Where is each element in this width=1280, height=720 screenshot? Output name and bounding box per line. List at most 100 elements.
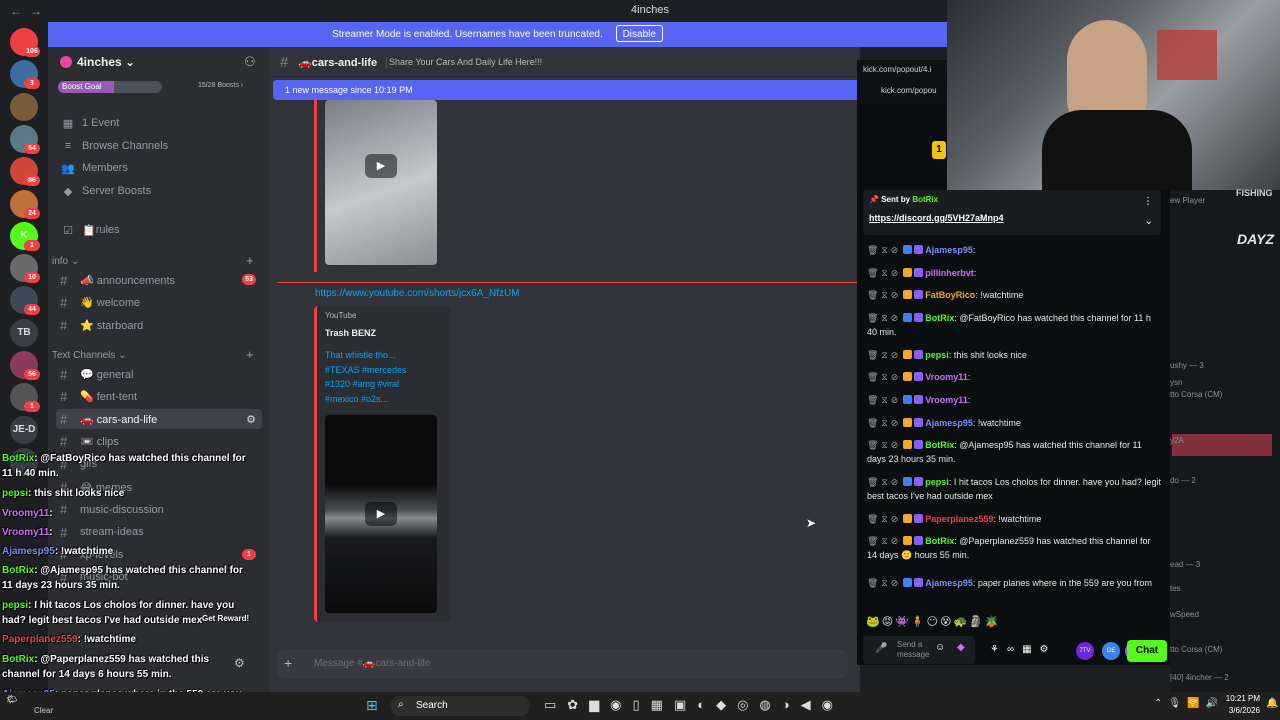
server-icon[interactable]: [10, 92, 38, 121]
emote-bar[interactable]: 🐸😡👾🧍😶😵🐢🗿🪴: [866, 615, 1001, 628]
chevron-down-icon[interactable]: ⌄: [1145, 216, 1153, 227]
notification-bell-icon[interactable]: 🔔: [1266, 698, 1278, 709]
pinned-link[interactable]: https://discord.gg/5VH27aMnp4: [869, 213, 1004, 223]
pinned-apps-icons[interactable]: ▭✿▆◉▯▦▣◐◆◎◍◑◀◉: [544, 697, 844, 713]
server-name[interactable]: 4inches ⌄: [77, 55, 135, 69]
chat-username[interactable]: Ajamesp95: [925, 418, 973, 428]
server-icon[interactable]: JE-D: [10, 415, 38, 444]
kick-send-input[interactable]: 🎤 Send a message ☺ ◆: [863, 636, 975, 664]
video-thumbnail[interactable]: ▶: [325, 100, 437, 265]
video-thumbnail[interactable]: ▶: [325, 415, 437, 613]
channel-music-discussion[interactable]: # music-discussion: [56, 500, 262, 520]
settings-gear-icon[interactable]: ⚙: [234, 656, 245, 670]
play-icon[interactable]: ▶: [365, 502, 397, 526]
clock-date[interactable]: 3/6/2026: [1220, 706, 1260, 715]
embed-author[interactable]: Trash BENZ: [325, 328, 376, 338]
embed-provider: YouTube: [325, 311, 357, 320]
server-icon[interactable]: TB: [10, 318, 38, 347]
moderation-icons[interactable]: 🗑⧖⊘: [867, 418, 901, 428]
category-info[interactable]: info ⌄: [52, 256, 79, 267]
moderation-icons[interactable]: 🗑⧖⊘: [867, 245, 901, 255]
moderation-icons[interactable]: 🗑⧖⊘: [867, 350, 901, 360]
moderation-icons[interactable]: 🗑⧖⊘: [867, 395, 901, 405]
add-attachment-icon[interactable]: +: [284, 655, 292, 671]
clock-time[interactable]: 10:21 PM: [1220, 694, 1260, 703]
category-text-channels[interactable]: Text Channels ⌄: [52, 350, 127, 361]
chat-username[interactable]: pepsi: [925, 350, 949, 360]
microphone-icon[interactable]: 🎤: [875, 643, 887, 654]
stream-list-entry: ysn: [1170, 378, 1183, 387]
emoji-icon[interactable]: ☺: [935, 642, 945, 653]
channel-stream-ideas[interactable]: # stream-ideas: [56, 522, 262, 542]
get-reward-label[interactable]: Get Reward!: [202, 614, 249, 623]
user-badge-icon: [903, 578, 913, 587]
7tv-icon[interactable]: 7TV: [1076, 642, 1094, 660]
overlay-message-text: : this shit looks nice: [28, 488, 125, 499]
chat-username[interactable]: pillinherbvt: [925, 268, 974, 278]
chat-username[interactable]: Paperplanez559: [925, 514, 993, 524]
chat-username[interactable]: BotRix: [925, 440, 954, 450]
channel-cars-and-life[interactable]: # 🚗 cars-and-life ⚙: [56, 409, 262, 430]
weather-icon[interactable]: 🌤: [6, 694, 17, 705]
chat-username[interactable]: FatBoyRico: [925, 290, 975, 300]
chat-username[interactable]: Ajamesp95: [925, 245, 973, 255]
sidebar-calendar[interactable]: ▦ 1 Event: [48, 113, 270, 133]
kick-chat-message: 🗑⧖⊘ pepsi: I hit tacos Los cholos for din…: [867, 475, 1162, 503]
invite-people-icon[interactable]: ⚇: [244, 54, 256, 70]
youtube-link[interactable]: https://www.youtube.com/shorts/jcx6A_Nfz…: [315, 288, 520, 299]
chat-username[interactable]: BotRix: [925, 536, 954, 546]
moderation-icons[interactable]: 🗑⧖⊘: [867, 514, 901, 524]
channel-clips[interactable]: # 📼 clips: [56, 432, 262, 452]
boost-goal-bar[interactable]: Boost Goal: [58, 81, 162, 93]
moderation-icons[interactable]: 🗑⧖⊘: [867, 536, 901, 546]
back-arrow-icon[interactable]: ←: [10, 4, 22, 18]
sidebar-boost[interactable]: ◆ Server Boosts: [48, 181, 270, 201]
chat-username[interactable]: pepsi: [925, 477, 949, 487]
add-channel-icon[interactable]: +: [246, 347, 254, 362]
overlay-username: BotRix: [2, 654, 35, 665]
window-title: 4inches: [631, 4, 669, 16]
gear-icon[interactable]: ⚙: [246, 413, 256, 426]
new-divider: [277, 282, 857, 283]
unread-badge: 86: [24, 175, 40, 187]
channel-starboard[interactable]: # ⭐ starboard: [56, 315, 262, 335]
chat-username[interactable]: Vroomy11: [925, 372, 968, 382]
sidebar-members[interactable]: 👥 Members: [48, 158, 270, 178]
hash-icon: #: [60, 434, 68, 450]
extension-icon[interactable]: ◆: [957, 642, 965, 653]
chat-username[interactable]: BotRix: [925, 313, 954, 323]
channel-general[interactable]: # 💬 general: [56, 364, 262, 384]
play-icon[interactable]: ▶: [365, 154, 397, 178]
channel-rules[interactable]: ☑ 📋 rules: [48, 220, 270, 240]
moderation-icons[interactable]: 🗑⧖⊘: [867, 268, 901, 278]
moderation-icons[interactable]: 🗑⧖⊘: [867, 372, 901, 382]
message-input[interactable]: Message #🚗cars-and-life: [314, 658, 430, 669]
forward-arrow-icon[interactable]: →: [30, 4, 42, 18]
moderation-icons[interactable]: 🗑⧖⊘: [867, 313, 901, 323]
windows-start-icon[interactable]: ⊞: [366, 697, 378, 714]
taskbar-search[interactable]: ⌕ Search: [390, 696, 530, 716]
overlay-username: Vroomy11: [2, 527, 50, 538]
moderation-icons[interactable]: 🗑⧖⊘: [867, 578, 901, 588]
moderation-icons[interactable]: 🗑⧖⊘: [867, 440, 901, 450]
channel-announcements[interactable]: # 📣 announcements: [56, 270, 262, 290]
channel-fent-tent[interactable]: # 💊 fent-tent: [56, 387, 262, 407]
system-tray-icons[interactable]: ⌃🎙🛜🔊: [1154, 698, 1224, 709]
chat-username[interactable]: Vroomy11: [925, 395, 968, 405]
more-options-icon[interactable]: ⋮: [1143, 196, 1153, 207]
unread-badge: 1: [24, 401, 40, 413]
moderation-icons[interactable]: 🗑⧖⊘: [867, 290, 901, 300]
disable-button[interactable]: Disable: [615, 25, 663, 42]
chat-send-button[interactable]: Chat: [1127, 640, 1167, 662]
hash-icon: #: [280, 54, 289, 71]
embed-title[interactable]: That whistle tho... #TEXAS #mercedes #13…: [325, 348, 407, 406]
sidebar-browse[interactable]: ≡ Browse Channels: [48, 136, 270, 156]
extension-bubble-icon[interactable]: GE: [1102, 642, 1120, 660]
moderation-icons[interactable]: 🗑⧖⊘: [867, 477, 901, 487]
add-channel-icon[interactable]: +: [246, 253, 254, 268]
new-messages-bar[interactable]: 1 new message since 10:19 PM: [273, 80, 858, 100]
message-composer[interactable]: + Message #🚗cars-and-life: [278, 650, 848, 678]
chat-toolbar-icons[interactable]: ⚘∞▦⚙: [990, 644, 1057, 655]
channel-welcome[interactable]: # 👋 welcome: [56, 293, 262, 313]
chat-username[interactable]: Ajamesp95: [925, 578, 973, 588]
